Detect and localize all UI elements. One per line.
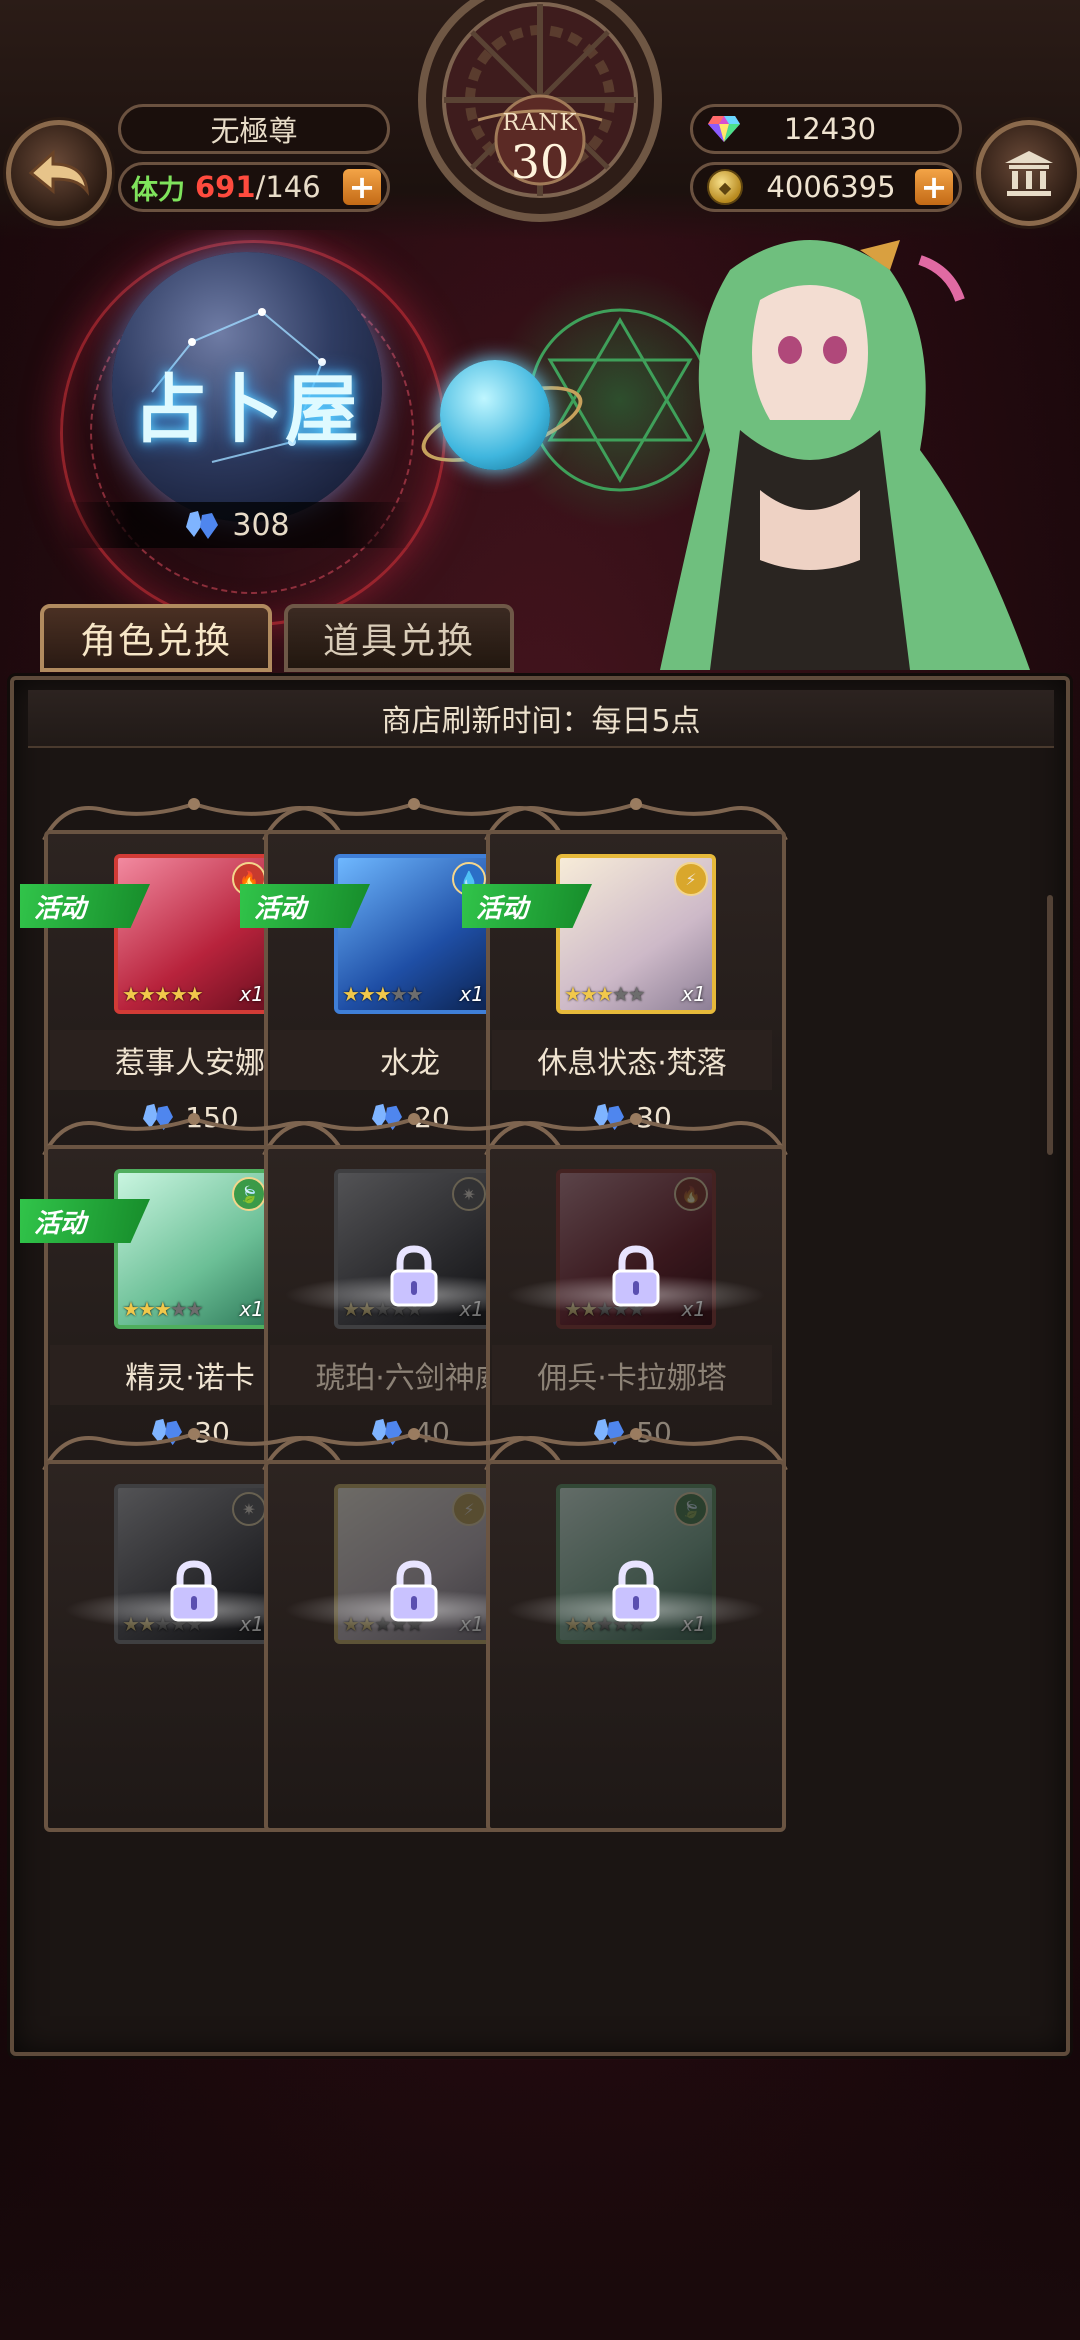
- character-portrait: 🍃 ★★★★★ x1: [114, 1169, 274, 1329]
- crystal-count: 308: [232, 507, 290, 543]
- blue-crystal-icon: [186, 511, 219, 539]
- star-icon: ★: [122, 1297, 140, 1321]
- quantity-multiplier: x1: [239, 1297, 264, 1321]
- element-icon: 🍃: [232, 1177, 266, 1211]
- gold-coin-icon: ◆: [707, 169, 743, 205]
- star-icon: ★: [137, 982, 156, 1006]
- refresh-time-text: 商店刷新时间：每日5点: [381, 704, 701, 739]
- star-icon: ★: [185, 982, 204, 1006]
- star-rating: ★★★★★: [342, 982, 424, 1006]
- lock-overlay: [64, 1560, 324, 1650]
- star-icon: ★: [373, 982, 392, 1006]
- star-icon: ★: [579, 982, 598, 1006]
- star-icon: ★: [169, 1297, 188, 1321]
- star-icon: ★: [169, 982, 188, 1006]
- stamina-label: 体力: [131, 174, 185, 206]
- lock-overlay: [284, 1560, 544, 1650]
- shop-item-card[interactable]: 🍃 ★★★★★ x1: [484, 1420, 788, 1832]
- character-portrait: 💧 ★★★★★ x1: [334, 854, 494, 1014]
- lock-overlay: [506, 1560, 766, 1650]
- star-icon: ★: [122, 982, 140, 1006]
- rank-medal: RANK 30: [408, 0, 672, 230]
- element-icon: ⚡: [452, 1492, 486, 1526]
- stamina-current: 691: [195, 170, 256, 204]
- bottom-room-background: [0, 2060, 1080, 2340]
- stamina-pill: 体力 691 /146 +: [118, 162, 390, 212]
- tab-item-exchange[interactable]: 道具兑换: [284, 604, 514, 672]
- back-button[interactable]: [6, 120, 112, 226]
- star-icon: ★: [357, 982, 376, 1006]
- star-icon: ★: [137, 1297, 156, 1321]
- quantity-multiplier: x1: [681, 982, 706, 1006]
- small-orb-decoration: [440, 360, 550, 470]
- element-icon: 🔥: [674, 1177, 708, 1211]
- star-icon: ★: [611, 982, 630, 1006]
- star-icon: ★: [389, 982, 408, 1006]
- star-icon: ★: [564, 982, 582, 1006]
- lock-icon: [390, 1560, 438, 1622]
- character-portrait: 🔥 ★★★★★ x1: [114, 854, 274, 1014]
- refresh-time-bar: 商店刷新时间：每日5点: [28, 690, 1054, 748]
- rank-label: RANK: [502, 110, 578, 136]
- add-stamina-button[interactable]: +: [343, 169, 381, 205]
- lock-icon: [612, 1245, 660, 1307]
- scrollbar[interactable]: [1047, 895, 1053, 1155]
- lock-icon: [170, 1560, 218, 1622]
- crystal-count-bar: 308: [62, 502, 412, 548]
- home-button[interactable]: [976, 120, 1080, 226]
- item-name: 佣兵·卡拉娜塔: [492, 1345, 772, 1405]
- player-name: 无極尊: [210, 114, 298, 148]
- temple-icon: [1005, 151, 1053, 196]
- character-portrait: ⚡ ★★★★★ x1: [556, 854, 716, 1014]
- star-icon: ★: [627, 982, 646, 1006]
- lock-overlay: [284, 1245, 544, 1335]
- gold-pill: ◆ 4006395 +: [690, 162, 962, 212]
- fortune-teller-character: [660, 240, 1030, 670]
- star-icon: ★: [342, 982, 360, 1006]
- star-icon: ★: [405, 982, 424, 1006]
- shop-title: 占卜屋: [133, 367, 361, 453]
- element-icon: ✷: [452, 1177, 486, 1211]
- event-badge: 活动: [20, 884, 150, 928]
- shop-panel: 商店刷新时间：每日5点 🔥 ★★★★★ x1 惹事人安娜 150 活动 💧 ★★★…: [10, 676, 1070, 2056]
- star-icon: ★: [153, 1297, 172, 1321]
- event-badge: 活动: [20, 1199, 150, 1243]
- add-gold-button[interactable]: +: [915, 169, 953, 205]
- star-rating: ★★★★★: [122, 982, 204, 1006]
- event-badge: 活动: [240, 884, 370, 928]
- element-icon: ✷: [232, 1492, 266, 1526]
- stamina-max: /146: [255, 170, 321, 204]
- lock-overlay: [506, 1245, 766, 1335]
- star-icon: ★: [595, 982, 614, 1006]
- star-rating: ★★★★★: [564, 982, 646, 1006]
- event-badge: 活动: [462, 884, 592, 928]
- item-name: 休息状态·梵落: [492, 1030, 772, 1090]
- star-icon: ★: [153, 982, 172, 1006]
- quantity-multiplier: x1: [459, 982, 484, 1006]
- rainbow-gem-icon: [708, 116, 740, 142]
- gold-value: 4006395: [766, 170, 896, 204]
- star-rating: ★★★★★: [122, 1297, 204, 1321]
- element-icon: ⚡: [674, 862, 708, 896]
- tab-character-exchange[interactable]: 角色兑换: [40, 604, 272, 672]
- back-arrow-icon: [28, 149, 90, 196]
- star-icon: ★: [185, 1297, 204, 1321]
- gems-value: 12430: [783, 112, 877, 146]
- quantity-multiplier: x1: [239, 982, 264, 1006]
- gems-pill: 12430: [690, 104, 962, 154]
- lock-icon: [612, 1560, 660, 1622]
- element-icon: 🍃: [674, 1492, 708, 1526]
- rank-value: 30: [510, 135, 570, 189]
- lock-icon: [390, 1245, 438, 1307]
- player-name-pill: 无極尊: [118, 104, 390, 154]
